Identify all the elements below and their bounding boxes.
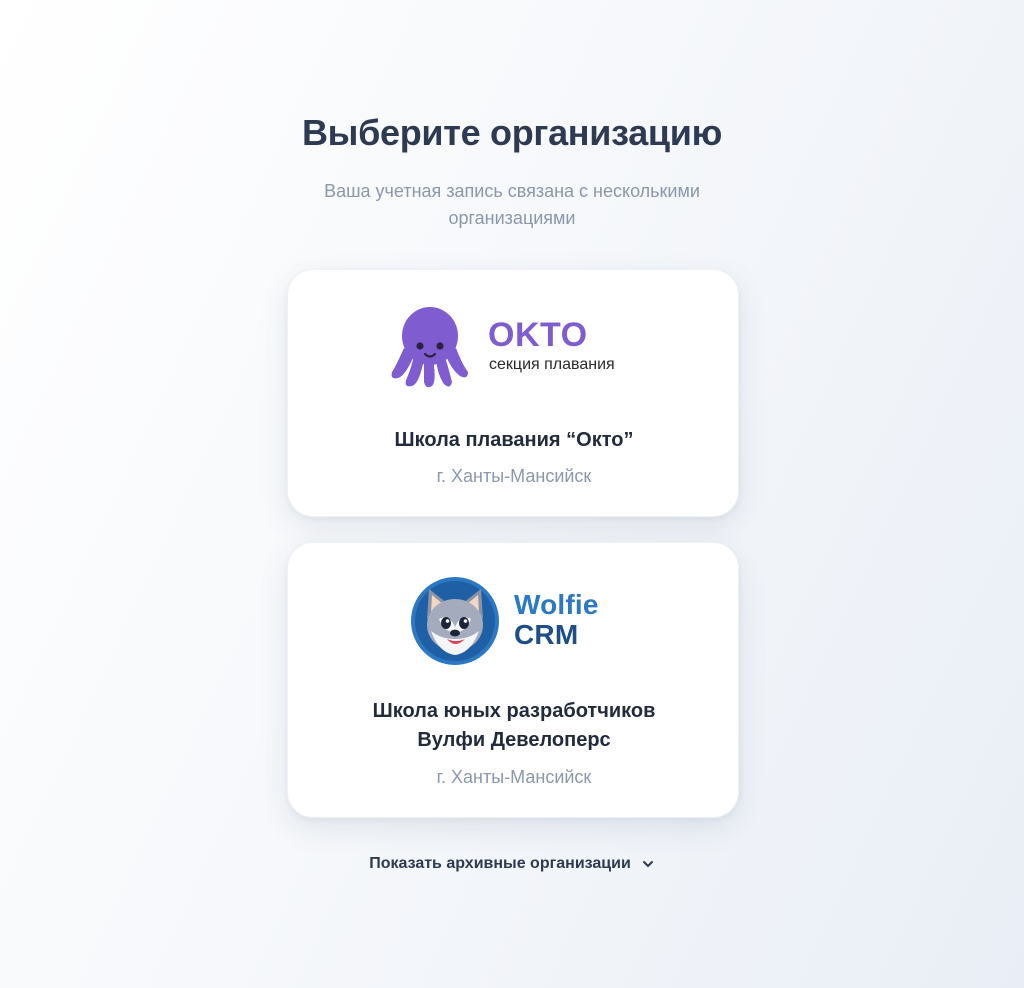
- org-city: г. Ханты-Мансийск: [436, 767, 592, 787]
- org-name: Школа плавания “Окто”: [394, 429, 634, 451]
- wolfie-brand-text: Wolfie: [514, 589, 599, 620]
- okto-tagline: секция плавания: [489, 356, 615, 373]
- show-archived-toggle[interactable]: Показать архивные организации: [0, 855, 1024, 873]
- chevron-down-icon: [642, 861, 653, 867]
- org-card-okto[interactable]: OKTO секция плавания Школа плавания “Окт…: [287, 269, 739, 517]
- org-name-line-1: Школа юных разработчиков: [372, 700, 656, 722]
- org-name: Школа юных разработчиков Вулфи Девелопер…: [288, 697, 740, 755]
- show-archived-label: Показать архивные организации: [369, 855, 631, 872]
- wolf-icon: [411, 577, 499, 665]
- org-logo: OKTO секция плавания: [288, 306, 740, 396]
- org-select-page: Выберите организацию Ваша учетная запись…: [0, 0, 1024, 988]
- octopus-icon: [391, 307, 468, 388]
- okto-brand-text: OKTO: [488, 316, 588, 354]
- org-city: г. Ханты-Мансийск: [436, 466, 592, 486]
- org-card-wolfie[interactable]: Wolfie CRM Школа юных разработчиков Вулф…: [287, 542, 739, 818]
- page-subtitle: Ваша учетная запись связана с нескольким…: [324, 181, 700, 228]
- page-title: Выберите организацию: [301, 112, 723, 153]
- wolfie-crm-text: CRM: [514, 619, 579, 650]
- org-logo: Wolfie CRM: [288, 577, 740, 669]
- org-name-line-2: Вулфи Девелоперс: [417, 729, 611, 751]
